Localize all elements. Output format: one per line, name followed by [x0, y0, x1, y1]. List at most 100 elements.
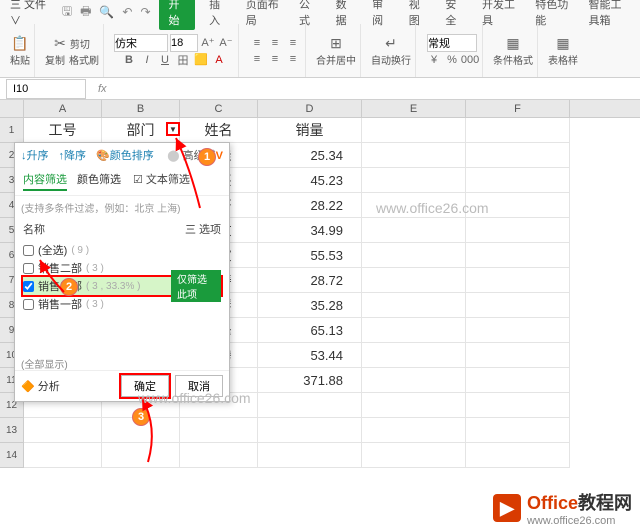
cell[interactable] [24, 418, 102, 443]
sort-asc-button[interactable]: ↓升序 [21, 147, 49, 163]
italic-icon[interactable]: I [139, 52, 155, 68]
cell[interactable] [102, 443, 180, 468]
cell[interactable]: 55.53 [258, 243, 362, 268]
border-icon[interactable]: 田 [175, 52, 191, 68]
cell[interactable] [362, 443, 466, 468]
cell[interactable]: 34.99 [258, 218, 362, 243]
cell[interactable] [362, 243, 466, 268]
cell[interactable] [24, 443, 102, 468]
filter-item-checkbox[interactable] [23, 281, 34, 292]
cell[interactable]: 371.88 [258, 368, 362, 393]
align-right-icon[interactable]: ≡ [285, 51, 301, 67]
cell[interactable] [362, 218, 466, 243]
cell[interactable] [362, 143, 466, 168]
cut-icon[interactable]: ✂ [54, 35, 66, 52]
cell[interactable]: 53.44 [258, 343, 362, 368]
cell[interactable] [362, 393, 466, 418]
qat-print-icon[interactable]: 🖶 [80, 2, 91, 23]
cell[interactable] [362, 368, 466, 393]
font-size-select[interactable] [170, 34, 198, 52]
sort-desc-button[interactable]: ↑降序 [59, 147, 87, 163]
decrease-font-icon[interactable]: A⁻ [218, 35, 234, 51]
cell[interactable]: 65.13 [258, 318, 362, 343]
options-button[interactable]: 三 选项 [185, 221, 221, 237]
align-bot-icon[interactable]: ≡ [285, 35, 301, 51]
cell[interactable]: 工号 [24, 118, 102, 143]
cell[interactable] [466, 293, 570, 318]
cell[interactable] [466, 143, 570, 168]
filter-item-checkbox[interactable] [23, 299, 34, 310]
align-center-icon[interactable]: ≡ [267, 51, 283, 67]
cell[interactable] [466, 393, 570, 418]
cell[interactable]: 姓名 [180, 118, 258, 143]
content-filter-tab[interactable]: 内容筛选 [23, 171, 67, 191]
currency-icon[interactable]: ¥ [426, 52, 442, 68]
wrap-icon[interactable]: ↵ [385, 35, 397, 52]
cell[interactable] [180, 443, 258, 468]
cell[interactable] [466, 218, 570, 243]
bold-icon[interactable]: B [121, 52, 137, 68]
qat-preview-icon[interactable]: 🔍 [99, 5, 114, 19]
cell[interactable] [362, 318, 466, 343]
align-top-icon[interactable]: ≡ [249, 35, 265, 51]
cell[interactable] [466, 118, 570, 143]
fx-icon[interactable]: fx [98, 83, 107, 95]
align-left-icon[interactable]: ≡ [249, 51, 265, 67]
cell[interactable] [362, 118, 466, 143]
font-name-select[interactable] [114, 34, 168, 52]
cell[interactable]: 35.28 [258, 293, 362, 318]
increase-font-icon[interactable]: A⁺ [200, 35, 216, 51]
cell[interactable] [466, 268, 570, 293]
copy-label[interactable]: 复制 [45, 52, 65, 67]
cell[interactable] [466, 443, 570, 468]
cell[interactable] [258, 418, 362, 443]
paste-icon[interactable]: 📋 [11, 35, 28, 52]
col-header-c[interactable]: C [180, 100, 258, 117]
filter-item-checkbox[interactable] [23, 263, 34, 274]
cell[interactable] [362, 293, 466, 318]
cell[interactable] [466, 243, 570, 268]
table-style-icon[interactable]: ▦ [556, 35, 569, 52]
percent-icon[interactable]: % [444, 52, 460, 68]
filter-item[interactable]: (全选)( 9 ) [23, 241, 221, 259]
select-all-corner[interactable] [0, 100, 24, 117]
cond-format-icon[interactable]: ▦ [506, 35, 519, 52]
cell[interactable] [258, 393, 362, 418]
col-header-b[interactable]: B [102, 100, 180, 117]
merge-icon[interactable]: ⊞ [330, 35, 342, 52]
name-box[interactable] [6, 79, 86, 99]
cell[interactable] [362, 168, 466, 193]
col-header-a[interactable]: A [24, 100, 102, 117]
cell[interactable]: 28.22 [258, 193, 362, 218]
cell[interactable] [362, 343, 466, 368]
cell[interactable] [466, 418, 570, 443]
underline-icon[interactable]: U [157, 52, 173, 68]
qat-redo-icon[interactable]: ↷ [140, 5, 150, 19]
cell[interactable] [180, 418, 258, 443]
font-color-icon[interactable]: A [211, 52, 227, 68]
qat-undo-icon[interactable]: ↶ [122, 5, 132, 19]
filter-search-input[interactable]: (支持多条件过滤，例如：北京 上海) [21, 200, 223, 215]
cell[interactable] [466, 168, 570, 193]
cell[interactable] [466, 368, 570, 393]
filter-dropdown-button[interactable]: ▼ [166, 122, 180, 136]
filter-item-checkbox[interactable] [23, 245, 34, 256]
col-header-d[interactable]: D [258, 100, 362, 117]
align-mid-icon[interactable]: ≡ [267, 35, 283, 51]
cell[interactable] [466, 318, 570, 343]
analyze-button[interactable]: 🔶 分析 [21, 378, 60, 394]
cell[interactable]: 28.72 [258, 268, 362, 293]
tab-smart[interactable]: 智能工具箱 [582, 0, 636, 30]
qat-save-icon[interactable]: 🖫 [62, 2, 72, 23]
comma-icon[interactable]: 000 [462, 52, 478, 68]
fill-color-icon[interactable]: 🟨 [193, 52, 209, 68]
col-header-e[interactable]: E [362, 100, 466, 117]
row-header[interactable]: 13 [0, 418, 24, 443]
only-filter-this-button[interactable]: 仅筛选此项 [171, 270, 221, 302]
format-painter-label[interactable]: 格式刷 [69, 52, 99, 67]
cell[interactable] [466, 343, 570, 368]
row-header[interactable]: 1 [0, 118, 24, 143]
cell[interactable] [362, 418, 466, 443]
color-filter-tab[interactable]: 颜色筛选 [77, 171, 121, 191]
text-filter-button[interactable]: ☑ 文本筛选 [133, 171, 190, 187]
